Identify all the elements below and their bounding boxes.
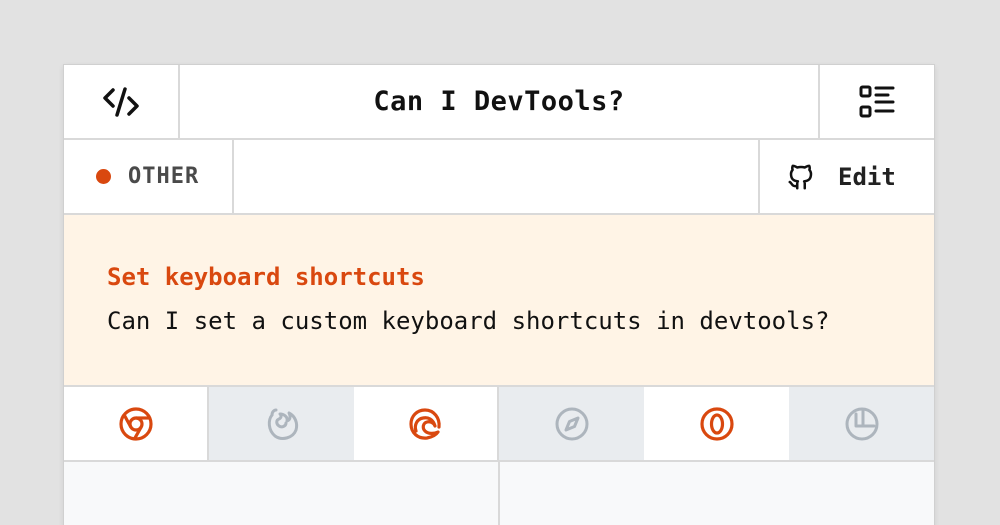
menu-button[interactable] xyxy=(818,65,934,138)
edit-label: Edit xyxy=(838,162,896,191)
list-icon xyxy=(859,85,895,117)
sub-bar-spacer xyxy=(234,140,758,213)
opera-icon xyxy=(699,406,734,441)
github-icon xyxy=(788,164,813,189)
feature-card: Can I DevTools? OTHER Edit Set keyboard … xyxy=(64,65,934,525)
home-button[interactable] xyxy=(64,65,180,138)
firefox-icon xyxy=(267,408,298,440)
browser-opera[interactable] xyxy=(644,387,789,460)
code-icon xyxy=(103,86,139,117)
category-label: OTHER xyxy=(128,164,200,189)
sub-bar: OTHER Edit xyxy=(64,140,934,215)
browser-edge[interactable] xyxy=(354,387,499,460)
details-area xyxy=(64,462,934,525)
compass-icon xyxy=(555,407,588,440)
browser-safari[interactable] xyxy=(499,387,644,460)
edge-icon xyxy=(408,407,441,440)
details-left-pane xyxy=(64,462,500,525)
polypane-icon xyxy=(845,407,878,440)
feature-question: Can I set a custom keyboard shortcuts in… xyxy=(107,307,830,335)
feature-panel: Set keyboard shortcuts Can I set a custo… xyxy=(64,215,934,387)
category-dot xyxy=(96,169,111,184)
details-right-pane xyxy=(500,462,934,525)
edit-button[interactable]: Edit xyxy=(758,140,934,213)
browser-firefox[interactable] xyxy=(209,387,354,460)
feature-title: Set keyboard shortcuts xyxy=(107,263,425,291)
header: Can I DevTools? xyxy=(64,65,934,140)
category-link[interactable]: OTHER xyxy=(64,140,234,213)
chrome-icon xyxy=(118,406,153,441)
browser-polypane[interactable] xyxy=(789,387,934,460)
browser-chrome[interactable] xyxy=(64,387,209,460)
page-title: Can I DevTools? xyxy=(373,86,625,117)
browser-support-row xyxy=(64,387,934,462)
